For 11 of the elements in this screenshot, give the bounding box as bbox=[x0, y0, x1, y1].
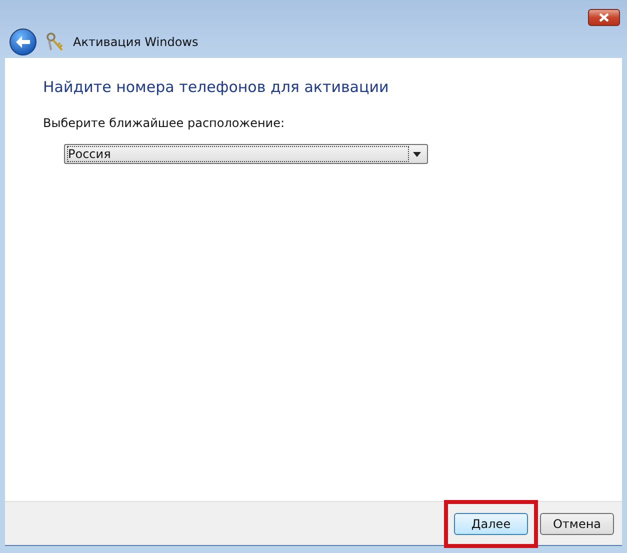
close-icon bbox=[598, 13, 610, 22]
location-label: Выберите ближайшее расположение: bbox=[43, 116, 286, 130]
dialog-button[interactable]: Далее bbox=[454, 512, 528, 534]
close-button[interactable] bbox=[588, 9, 620, 26]
back-button[interactable] bbox=[9, 28, 37, 56]
dialog-button[interactable]: Отмена bbox=[540, 512, 614, 534]
location-dropdown[interactable]: Россия bbox=[64, 144, 428, 164]
page-heading: Найдите номера телефонов для активации bbox=[43, 78, 390, 96]
window-title: Активация Windows bbox=[73, 35, 198, 49]
keys-icon bbox=[45, 32, 65, 52]
dropdown-arrow-icon bbox=[413, 152, 421, 156]
